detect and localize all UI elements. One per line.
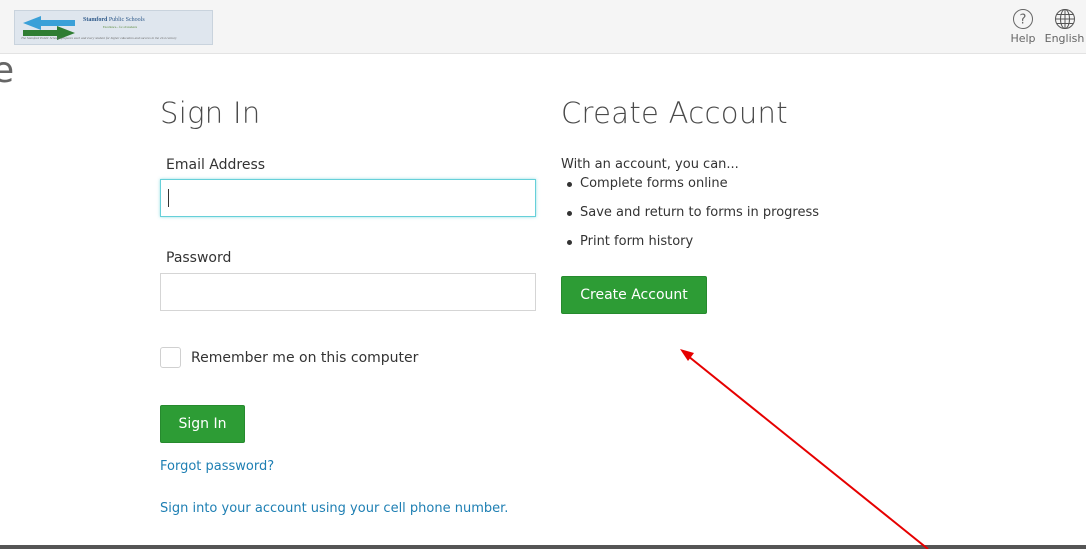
globe-icon: [1054, 9, 1075, 29]
sign-in-button[interactable]: Sign In: [160, 405, 245, 443]
bottom-divider: [0, 545, 1086, 549]
benefits-list: Complete forms online Save and return to…: [561, 176, 819, 263]
list-item: Save and return to forms in progress: [561, 205, 819, 234]
logo-tagline: The Stamford Public Schools prepares eac…: [21, 36, 177, 40]
password-label: Password: [166, 250, 232, 266]
help-label: Help: [1010, 32, 1036, 45]
logo-motto: Excellence... for all students: [103, 25, 137, 29]
question-circle-icon: ?: [1013, 9, 1033, 29]
password-field[interactable]: [160, 273, 536, 311]
forgot-password-link[interactable]: Forgot password?: [160, 459, 274, 474]
svg-text:?: ?: [1020, 13, 1027, 28]
create-account-button[interactable]: Create Account: [561, 276, 707, 314]
district-logo[interactable]: Stamford Public Schools Excellence... fo…: [14, 10, 213, 45]
email-label: Email Address: [166, 157, 266, 173]
email-field[interactable]: [160, 179, 536, 217]
phone-sign-in-link[interactable]: Sign into your account using your cell p…: [160, 501, 508, 516]
create-account-title: Create Account: [561, 96, 788, 130]
text-caret: [168, 189, 169, 207]
sign-in-title: Sign In: [160, 96, 261, 130]
remember-me-checkbox[interactable]: [160, 347, 181, 368]
list-item: Complete forms online: [561, 176, 819, 205]
help-button[interactable]: ? Help: [1008, 8, 1038, 45]
remember-me-label[interactable]: Remember me on this computer: [191, 350, 418, 366]
logo-name: Stamford Public Schools: [83, 17, 145, 23]
language-label: English: [1044, 32, 1085, 45]
top-header: Stamford Public Schools Excellence... fo…: [0, 0, 1086, 54]
partial-side-text: e: [0, 50, 15, 91]
language-button[interactable]: English: [1043, 8, 1086, 45]
list-item: Print form history: [561, 234, 819, 263]
create-account-intro: With an account, you can...: [561, 157, 739, 172]
